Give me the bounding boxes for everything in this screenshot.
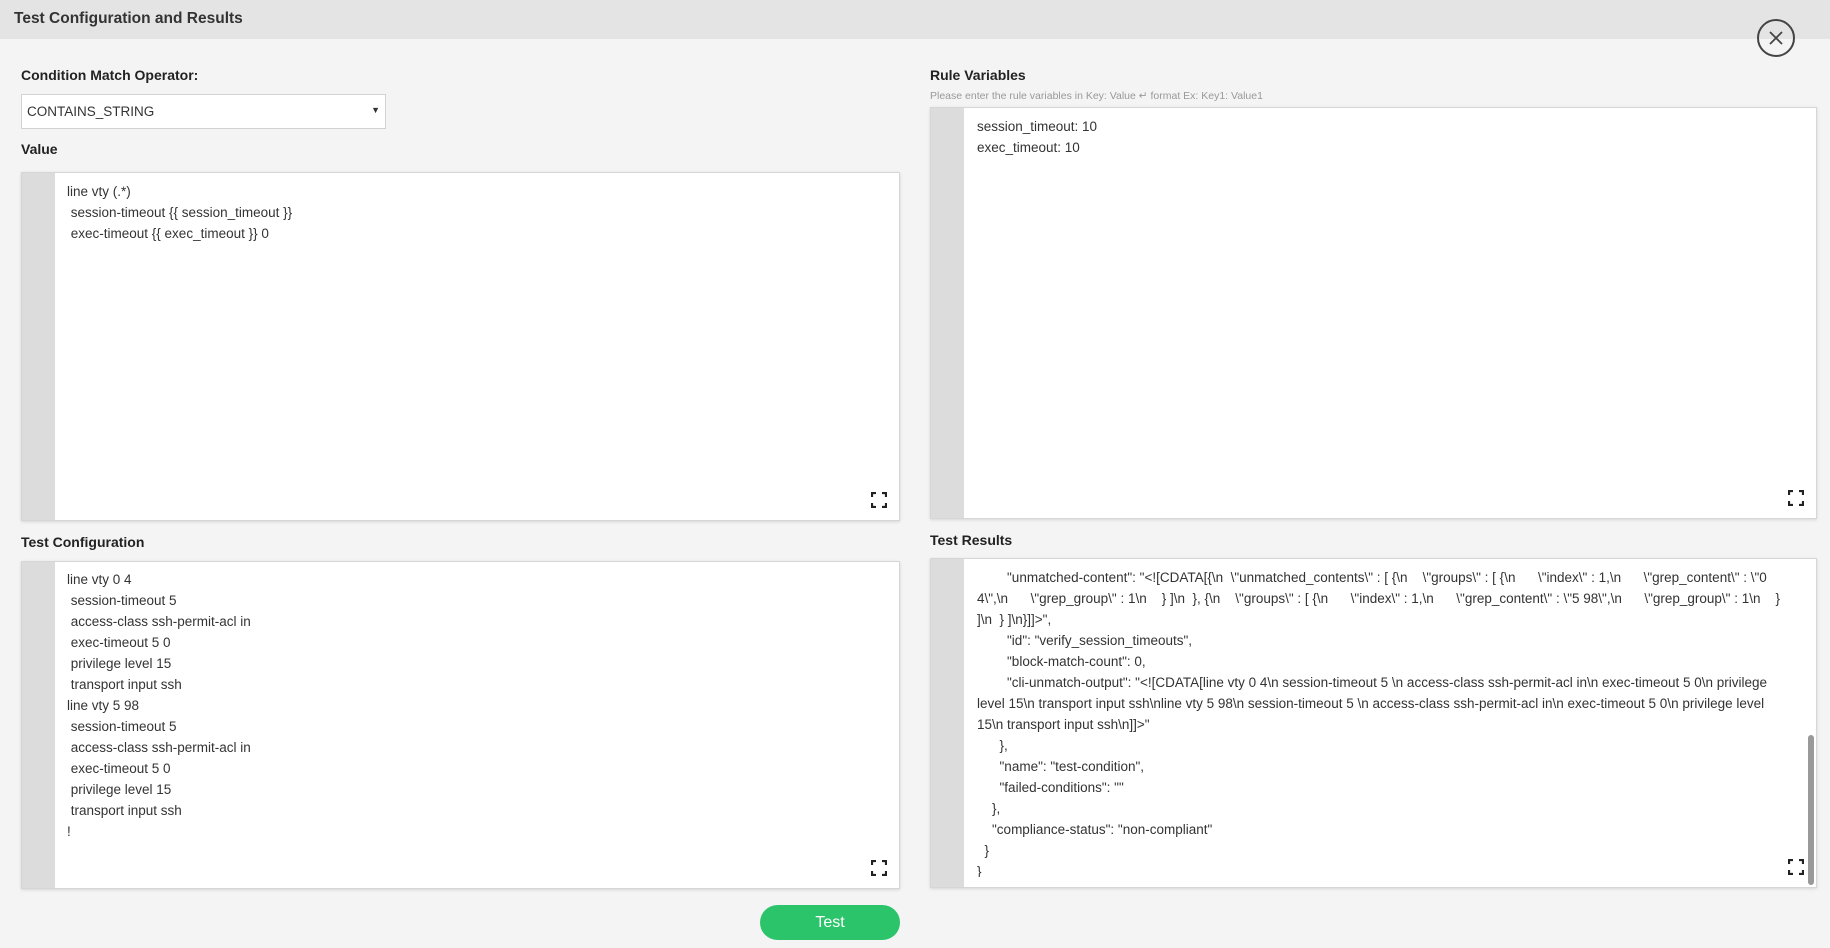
dropdown-arrow-icon: ▼ (371, 105, 380, 115)
condition-operator-value: CONTAINS_STRING (27, 104, 155, 119)
expand-icon[interactable] (871, 860, 887, 876)
editor-gutter (22, 173, 55, 520)
expand-icon[interactable] (1788, 490, 1804, 506)
test-button[interactable]: Test (760, 905, 900, 940)
test-configuration-label: Test Configuration (21, 534, 145, 550)
editor-gutter (931, 559, 964, 887)
rule-variables-hint: Please enter the rule variables in Key: … (930, 90, 1263, 102)
dialog-title: Test Configuration and Results (14, 10, 243, 27)
rule-variables-editor[interactable]: session_timeout: 10 exec_timeout: 10 (930, 107, 1817, 519)
value-editor[interactable]: line vty (.*) session-timeout {{ session… (21, 172, 900, 521)
editor-gutter (22, 562, 55, 888)
test-results-text: "unmatched-content": "<![CDATA[{\n \"unm… (977, 570, 1780, 877)
expand-icon[interactable] (1788, 859, 1804, 875)
condition-operator-select[interactable]: CONTAINS_STRING ▼ (21, 94, 386, 129)
condition-operator-label: Condition Match Operator: (21, 67, 199, 83)
editor-gutter (931, 108, 964, 518)
rule-variables-text[interactable]: session_timeout: 10 exec_timeout: 10 (977, 116, 1786, 508)
close-icon (1769, 31, 1783, 45)
value-label: Value (21, 141, 58, 157)
expand-icon[interactable] (871, 492, 887, 508)
close-button[interactable] (1757, 19, 1795, 57)
test-configuration-text[interactable]: line vty 0 4 session-timeout 5 access-cl… (67, 569, 869, 878)
test-configuration-editor[interactable]: line vty 0 4 session-timeout 5 access-cl… (21, 561, 900, 889)
rule-variables-label: Rule Variables (930, 67, 1026, 83)
value-text[interactable]: line vty (.*) session-timeout {{ session… (67, 181, 869, 510)
test-results-label: Test Results (930, 532, 1013, 548)
dialog-header: Test Configuration and Results (0, 0, 1830, 39)
test-results-editor[interactable]: "unmatched-content": "<![CDATA[{\n \"unm… (930, 558, 1817, 888)
results-scrollbar[interactable] (1808, 735, 1814, 885)
